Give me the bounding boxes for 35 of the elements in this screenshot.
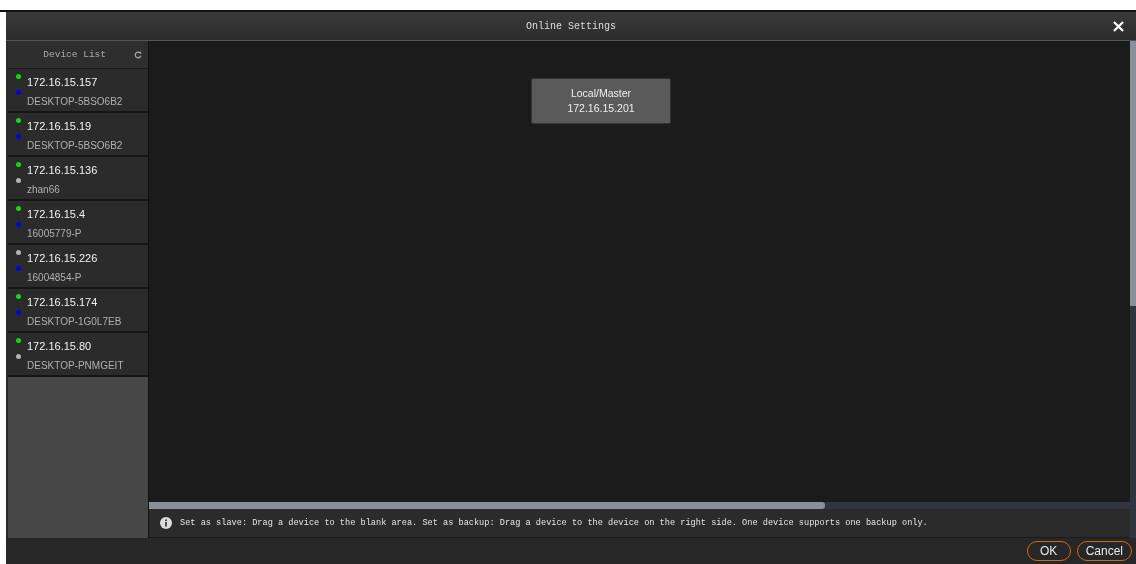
device-name: zhan66 — [27, 184, 60, 195]
close-icon[interactable] — [1113, 21, 1124, 32]
device-item[interactable]: 172.16.15.19 DESKTOP-5BSO6B2 — [8, 113, 148, 157]
device-node[interactable]: Local/Master 172.16.15.201 — [531, 78, 671, 124]
device-item[interactable]: 172.16.15.80 DESKTOP-PNMGEIT — [8, 333, 148, 377]
device-ip: 172.16.15.80 — [27, 340, 92, 352]
window-title: Online Settings — [526, 20, 616, 32]
device-item[interactable]: 172.16.15.157 DESKTOP-5BSO6B2 — [8, 69, 148, 113]
info-text: Set as slave: Drag a device to the blank area. Set as backup: Drag a device to the device on the right side. One device supports one backup only. — [180, 518, 928, 528]
device-name: DESKTOP-5BSO6B2 — [27, 96, 123, 107]
node-ip: 172.16.15.201 — [567, 101, 635, 116]
device-name: DESKTOP-1G0L7EB — [27, 316, 122, 327]
device-name: DESKTOP-5BSO6B2 — [27, 140, 123, 151]
device-ip: 172.16.15.157 — [27, 76, 98, 88]
list-title: Device List — [43, 49, 106, 60]
refresh-icon[interactable] — [134, 50, 142, 59]
device-item[interactable]: 172.16.15.4 16005779-P — [8, 201, 148, 245]
device-item[interactable]: 172.16.15.136 zhan66 — [8, 157, 148, 201]
vertical-scrollbar[interactable] — [1130, 41, 1136, 538]
device-name: 16004854-P — [27, 272, 82, 283]
device-item[interactable]: 172.16.15.174 DESKTOP-1G0L7EB — [8, 289, 148, 333]
ok-button[interactable]: OK — [1026, 541, 1071, 561]
horizontal-scrollbar[interactable] — [149, 502, 1130, 509]
device-item[interactable]: 172.16.15.226 16004854-P — [8, 245, 148, 289]
device-ip: 172.16.15.4 — [27, 208, 86, 220]
node-role: Local/Master — [570, 86, 632, 101]
device-ip: 172.16.15.19 — [27, 120, 92, 132]
device-name: 16005779-P — [27, 228, 82, 239]
device-ip: 172.16.15.174 — [27, 296, 98, 308]
info-icon — [160, 517, 172, 529]
device-ip: 172.16.15.226 — [27, 252, 98, 264]
device-name: DESKTOP-PNMGEIT — [27, 360, 124, 371]
device-ip: 172.16.15.136 — [27, 164, 98, 176]
cancel-button[interactable]: Cancel — [1076, 541, 1132, 561]
topology-canvas[interactable]: Local/Master 172.16.15.201 — [149, 41, 1130, 502]
